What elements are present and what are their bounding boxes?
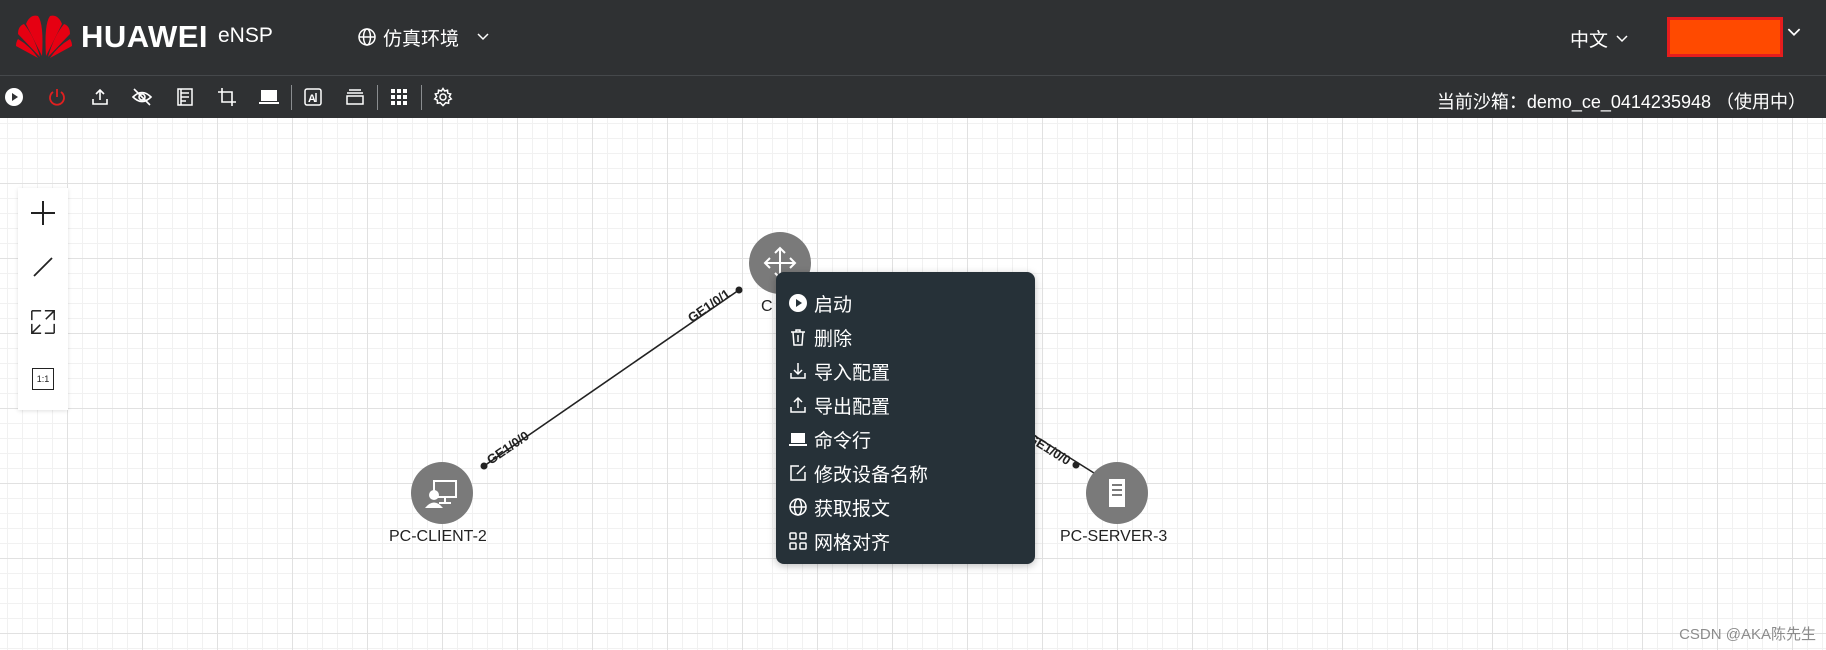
laptop-icon [789, 433, 807, 446]
grid-squares-icon [789, 532, 807, 550]
menu-item-grid-align[interactable]: 网格对齐 [776, 524, 1035, 558]
node-label: C [761, 298, 773, 315]
menu-item-rename[interactable]: 修改设备名称 [776, 456, 1035, 490]
globe-icon [789, 498, 807, 516]
menu-item-label: 启动 [814, 294, 853, 316]
fit-view-button[interactable] [29, 307, 57, 337]
actual-size-button[interactable]: 1:1 [29, 364, 57, 394]
menu-item-import-config[interactable]: 导入配置 [776, 354, 1035, 388]
menu-item-start[interactable]: 启动 [776, 286, 1035, 320]
pc-client-icon [425, 480, 457, 508]
connect-button[interactable] [29, 252, 57, 282]
port-dot [735, 286, 743, 294]
expand-icon [31, 310, 55, 334]
add-button[interactable] [29, 198, 57, 228]
plus-icon [31, 201, 55, 225]
play-circle-icon [789, 294, 807, 312]
server-icon [1109, 479, 1125, 507]
port-dot [480, 462, 488, 470]
menu-item-cli[interactable]: 命令行 [776, 422, 1035, 456]
line-icon [33, 257, 53, 277]
download-icon [790, 363, 806, 379]
node-label: PC-CLIENT-2 [389, 528, 487, 545]
menu-item-label: 导出配置 [814, 396, 891, 418]
menu-item-label: 网格对齐 [814, 532, 891, 554]
side-tool-panel: 1:1 [18, 188, 68, 410]
node-label: PC-SERVER-3 [1060, 528, 1168, 545]
menu-item-label: 导入配置 [814, 362, 891, 384]
menu-item-capture[interactable]: 获取报文 [776, 490, 1035, 524]
menu-item-export-config[interactable]: 导出配置 [776, 388, 1035, 422]
pc-client-node[interactable] [411, 462, 473, 524]
upload-icon [790, 396, 806, 413]
pc-server-node[interactable] [1086, 462, 1148, 524]
one-to-one-icon: 1:1 [32, 368, 54, 390]
trash-icon [791, 329, 805, 346]
watermark: CSDN @AKA陈先生 [1679, 626, 1816, 643]
edit-icon [790, 465, 806, 481]
menu-item-label: 修改设备名称 [814, 464, 929, 486]
menu-item-delete[interactable]: 删除 [776, 320, 1035, 354]
node-context-menu: 启动 删除 导入配置 导出配置 命令行 修改设备名称 获取报文 网格对齐 [776, 272, 1035, 564]
menu-item-label: 获取报文 [814, 498, 891, 520]
menu-item-label: 命令行 [814, 430, 872, 452]
port-dot [1072, 461, 1080, 469]
menu-item-label: 删除 [814, 328, 853, 350]
